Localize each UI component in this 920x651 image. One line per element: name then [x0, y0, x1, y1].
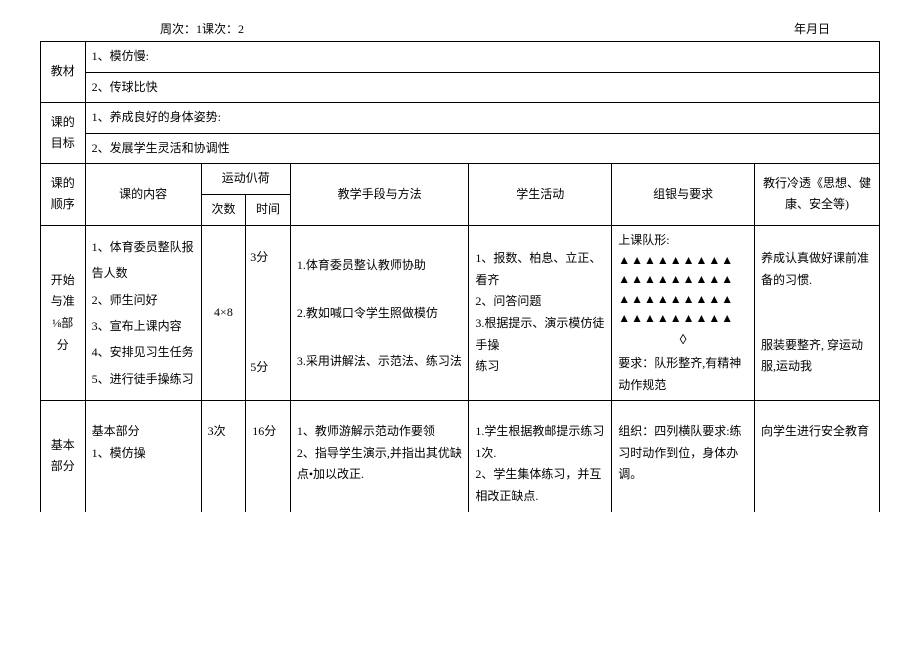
th-content: 课的内容: [85, 164, 201, 225]
th-load: 运动仈荷: [201, 164, 290, 195]
section2-time: 16分: [246, 401, 291, 512]
section2-content: 基本部分 1、模仿操: [85, 401, 201, 512]
section2-seq: 基本部分: [41, 401, 86, 512]
th-time: 时间: [246, 194, 291, 225]
section1-activity: 1、报数、柏息、立正、看齐 2、问答问题 3.根据提示、演示模仿徒手操 练习: [469, 225, 612, 401]
section1-content: 1、体育委员整队报告人数 2、师生问好 3、宣布上课内容 4、安排见习生任务 5…: [85, 225, 201, 401]
mubiao-line1: 1、养成良好的身体姿势:: [85, 103, 879, 134]
th-method: 教学手段与方法: [290, 164, 469, 225]
section1-org: 上课队形: ▲▲▲▲▲▲▲▲▲ ▲▲▲▲▲▲▲▲▲ ▲▲▲▲▲▲▲▲▲ ▲▲▲▲…: [612, 225, 755, 401]
header-right: 年月日: [794, 20, 830, 37]
org-triangles: ▲▲▲▲▲▲▲▲▲ ▲▲▲▲▲▲▲▲▲ ▲▲▲▲▲▲▲▲▲ ▲▲▲▲▲▲▲▲▲: [618, 251, 748, 328]
section1-method: 1.体育委员整认教师协助 2.教如喊口令学生照做模仿 3.采用讲解法、示范法、练…: [290, 225, 469, 401]
section1-time-top: 3分: [246, 243, 290, 273]
section2-content-1: 1、模仿操: [92, 443, 195, 465]
org-label: 上课队形:: [618, 230, 748, 252]
th-seq: 课的顺序: [41, 164, 86, 225]
section2-count: 3次: [201, 401, 246, 512]
section1-time: 3分 5分: [246, 225, 291, 401]
section2-method: 1、教师游解示范动作要领 2、指导学生演示,并指出其优缺点•加以改正.: [290, 401, 469, 512]
jiaocai-label: 教材: [41, 42, 86, 103]
section2-activity: 1.学生根据教邮提示练习1次. 2、学生集体练习，并互相改正缺点.: [469, 401, 612, 512]
section2-org: 组织：四列横队要求:练习时动作到位，身体办调。: [612, 401, 755, 512]
org-req: 要求：队形整齐,有精神动作规范: [618, 353, 748, 396]
section1-count: 4×8: [201, 225, 246, 401]
org-diamond: ◊: [618, 328, 748, 353]
section2-content-title: 基本部分: [92, 421, 195, 443]
mubiao-label: 课的目标: [41, 103, 86, 164]
header-left: 周次：1课次：2: [160, 20, 244, 37]
lesson-plan-table: 教材 1、模仿慢: 2、传球比快 课的目标 1、养成良好的身体姿势: 2、发展学…: [40, 41, 880, 512]
section1-edu: 养成认真做好课前准备的习惯. 服装要整齐, 穿运动服,运动我: [755, 225, 880, 401]
jiaocai-line2: 2、传球比快: [85, 72, 879, 103]
th-activity: 学生活动: [469, 164, 612, 225]
jiaocai-line1: 1、模仿慢:: [85, 42, 879, 73]
section1-time-bottom: 5分: [246, 353, 290, 383]
mubiao-line2: 2、发展学生灵活和协调性: [85, 133, 879, 164]
section2-edu: 向学生进行安全教育: [755, 401, 880, 512]
th-edu: 教行冷透《思想、健康、安全等): [755, 164, 880, 225]
section1-seq: 开始与准⅛部分: [41, 225, 86, 401]
th-org: 组银与要求: [612, 164, 755, 225]
th-count: 次数: [201, 194, 246, 225]
